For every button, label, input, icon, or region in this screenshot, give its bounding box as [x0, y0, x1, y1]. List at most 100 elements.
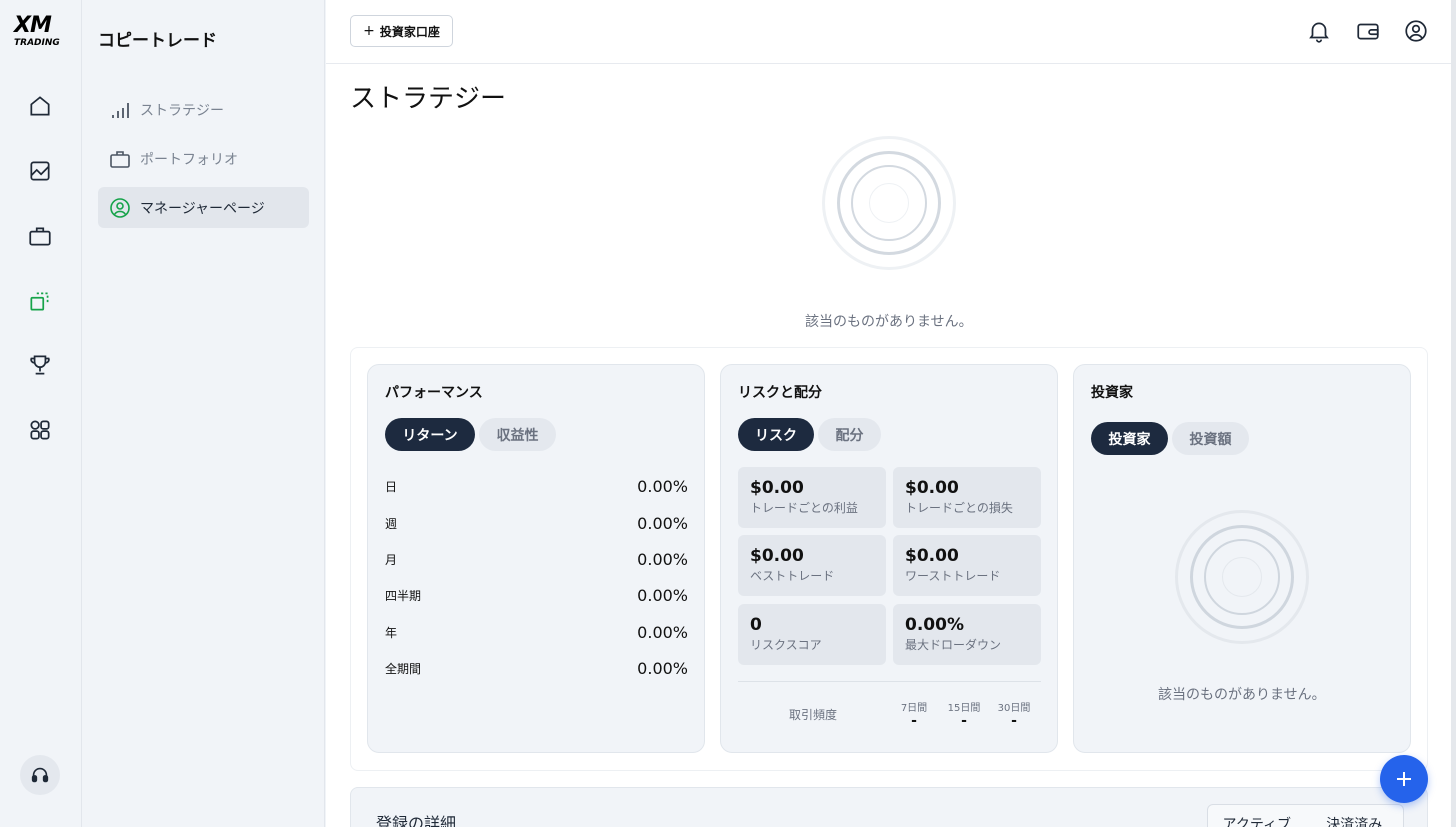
empty-state-text: 該当のものがありません。 [1158, 687, 1326, 703]
sidebar-item-label: マネージャーページ [140, 200, 265, 217]
stat-best-trade: $0.00 ベストトレード [738, 535, 886, 596]
investors-title: 投資家 [1091, 385, 1133, 401]
frequency-30d: 30日間 - [989, 699, 1039, 728]
main-content: ストラテジー 該当のものがありません。 パフォーマンス リターン 収益性 日 0.… [326, 64, 1452, 827]
segment-active[interactable]: アクティブ [1208, 805, 1306, 827]
performance-row: 四半期 0.00% [385, 585, 688, 605]
tab-investors[interactable]: 投資家 [1091, 422, 1168, 455]
logo-sub-text: TRADING [14, 38, 60, 48]
loading-spinner-core [1222, 557, 1262, 597]
bell-icon[interactable] [1306, 18, 1332, 44]
stat-label: ベストトレード [750, 569, 835, 583]
risk-allocation-card: リスクと配分 リスク 配分 $0.00 トレードごとの利益 $0.00 トレードごと… [720, 364, 1058, 753]
wallet-icon[interactable] [1355, 18, 1381, 44]
stat-risk-score: 0 リスクスコア [738, 604, 886, 665]
scrollbar[interactable] [1451, 0, 1456, 827]
tab-investment-amount[interactable]: 投資額 [1172, 422, 1249, 455]
row-value: 0.00% [637, 658, 688, 678]
sidebar-item-portfolio[interactable]: ポートフォリオ [98, 138, 309, 179]
stat-value: $0.00 [750, 478, 804, 498]
support-button[interactable] [20, 755, 60, 795]
stat-profit-per-trade: $0.00 トレードごとの利益 [738, 467, 886, 528]
top-bar: + 投資家口座 [326, 0, 1452, 64]
trade-frequency-label: 取引頻度 [789, 708, 838, 722]
portfolio-button[interactable] [20, 216, 60, 256]
risk-title: リスクと配分 [738, 385, 822, 401]
stat-label: トレードごとの損失 [905, 501, 1013, 515]
performance-title: パフォーマンス [385, 385, 483, 401]
investors-card: 投資家 投資家 投資額 該当のものがありません。 [1073, 364, 1411, 753]
row-label: 全期間 [385, 661, 422, 676]
stat-label: ワーストトレード [905, 569, 1001, 583]
row-label: 月 [385, 552, 398, 567]
row-value: 0.00% [637, 549, 688, 569]
copy-trade-sidebar: コピートレード ストラテジー ポートフォリオ マネージャーページ [82, 0, 325, 827]
tab-return[interactable]: リターン [385, 418, 475, 451]
stat-loss-per-trade: $0.00 トレードごとの損失 [893, 467, 1041, 528]
user-circle-icon [110, 197, 130, 218]
row-label: 四半期 [385, 588, 422, 603]
sidebar-item-manager-page[interactable]: マネージャーページ [98, 187, 309, 228]
performance-row: 年 0.00% [385, 622, 688, 642]
row-label: 日 [385, 479, 398, 494]
copy-trade-button[interactable] [20, 281, 60, 321]
frequency-period: 30日間 [997, 703, 1031, 714]
performance-card: パフォーマンス リターン 収益性 日 0.00% 週 0.00% 月 0.00% 四半… [367, 364, 705, 753]
logo-main-text: XM [14, 13, 52, 38]
stat-label: リスクスコア [750, 638, 822, 652]
stat-worst-trade: $0.00 ワーストトレード [893, 535, 1041, 596]
bar-chart-icon [112, 102, 129, 118]
tab-risk[interactable]: リスク [738, 418, 814, 451]
divider [738, 681, 1041, 682]
trophy-button[interactable] [20, 345, 60, 385]
stat-value: $0.00 [750, 546, 804, 566]
performance-row: 日 0.00% [385, 476, 688, 496]
chart-button[interactable] [20, 151, 60, 191]
briefcase-icon [29, 227, 51, 246]
sidebar-title: コピートレード [98, 31, 217, 51]
trophy-icon [30, 355, 50, 375]
frequency-value: - [911, 713, 917, 729]
apps-grid-icon [30, 420, 50, 440]
row-value: 0.00% [637, 476, 688, 496]
account-icon[interactable] [1403, 18, 1429, 44]
stat-value: $0.00 [905, 546, 959, 566]
tab-profitability[interactable]: 収益性 [479, 418, 556, 451]
sidebar-item-strategy[interactable]: ストラテジー [98, 89, 309, 130]
frequency-15d: 15日間 - [939, 699, 989, 728]
performance-row: 週 0.00% [385, 513, 688, 533]
row-label: 年 [385, 625, 398, 640]
add-fab-button[interactable] [1380, 755, 1428, 803]
registration-details-panel: 登録の詳細 アクティブ 決済済み [350, 787, 1428, 827]
row-value: 0.00% [637, 585, 688, 605]
frequency-period: 15日間 [947, 703, 981, 714]
briefcase-icon [110, 150, 130, 168]
stat-value: $0.00 [905, 478, 959, 498]
headset-icon [31, 767, 49, 783]
frequency-value: - [1011, 713, 1017, 729]
stats-panel: パフォーマンス リターン 収益性 日 0.00% 週 0.00% 月 0.00% 四半… [350, 347, 1428, 771]
sidebar-item-label: ポートフォリオ [140, 151, 238, 168]
performance-row: 月 0.00% [385, 549, 688, 569]
tab-allocation[interactable]: 配分 [818, 418, 881, 451]
row-value: 0.00% [637, 513, 688, 533]
plus-icon: + [363, 23, 375, 39]
home-icon [30, 96, 50, 116]
stat-value: 0.00% [905, 615, 964, 635]
sidebar-item-label: ストラテジー [140, 102, 224, 119]
apps-button[interactable] [20, 410, 60, 450]
segment-closed[interactable]: 決済済み [1306, 805, 1404, 827]
page-title: ストラテジー [350, 84, 507, 114]
add-investor-account-button[interactable]: + 投資家口座 [350, 15, 453, 47]
home-button[interactable] [20, 86, 60, 126]
stat-value: 0 [750, 615, 762, 635]
stat-label: 最大ドローダウン [905, 638, 1002, 652]
empty-state-text: 該当のものがありません。 [805, 314, 973, 330]
copy-trade-icon [30, 292, 49, 311]
row-value: 0.00% [637, 622, 688, 642]
xm-logo[interactable]: XM TRADING [14, 13, 68, 50]
icon-rail: XM TRADING [0, 0, 82, 827]
registration-title: 登録の詳細 [376, 814, 457, 827]
performance-row: 全期間 0.00% [385, 658, 688, 678]
status-segmented-control: アクティブ 決済済み [1207, 804, 1404, 827]
